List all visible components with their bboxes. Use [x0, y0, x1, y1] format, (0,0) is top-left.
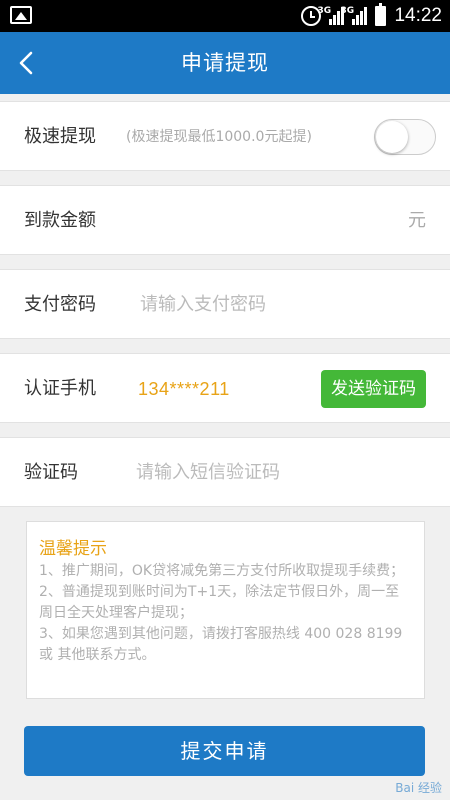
- phone-row: 认证手机 134****211 发送验证码: [0, 353, 450, 423]
- fast-withdraw-label: 极速提现: [24, 126, 96, 147]
- sms-code-label: 验证码: [24, 462, 78, 483]
- sms-code-placeholder: 请输入短信验证码: [136, 462, 280, 483]
- amount-label: 到款金额: [24, 210, 96, 231]
- phone-number: 134****211: [138, 379, 230, 399]
- fast-withdraw-toggle[interactable]: [374, 119, 436, 155]
- send-code-button[interactable]: 发送验证码: [321, 370, 426, 408]
- tip-item: 2、普通提现到账时间为T+1天，除法定节假日外，周一至周日全天处理客户提现；: [39, 584, 400, 621]
- picture-notification-icon: [10, 6, 32, 24]
- tips-title: 温馨提示: [39, 539, 107, 559]
- tips-box: 温馨提示 1、推广期间，OK贷将减免第三方支付所收取提现手续费； 2、普通提现到…: [26, 521, 425, 699]
- toggle-knob: [376, 121, 408, 153]
- amount-unit: 元: [408, 210, 426, 231]
- signal-icon-2: 3G: [340, 6, 368, 25]
- tip-item: 1、推广期间，OK贷将减免第三方支付所收取提现手续费；: [39, 563, 405, 579]
- amount-row[interactable]: 到款金额 元: [0, 185, 450, 255]
- status-time: 14:22: [394, 5, 442, 26]
- watermark: Bai 经验: [395, 781, 442, 795]
- pay-password-label: 支付密码: [24, 294, 96, 315]
- title-bar: 申请提现: [0, 32, 450, 94]
- pay-password-field[interactable]: 支付密码 请输入支付密码: [0, 269, 450, 339]
- network-type-label: 3G: [317, 6, 332, 16]
- submit-button[interactable]: 提交申请: [24, 726, 425, 776]
- phone-label: 认证手机: [24, 378, 96, 399]
- status-icons: 3G 3G 14:22: [301, 0, 442, 32]
- status-bar: 3G 3G 14:22: [0, 0, 450, 32]
- network-type-label-2: 3G: [340, 6, 355, 16]
- fast-withdraw-hint: (极速提现最低1000.0元起提): [126, 129, 312, 145]
- sms-code-field[interactable]: 验证码 请输入短信验证码: [0, 437, 450, 507]
- pay-password-placeholder: 请输入支付密码: [140, 294, 266, 315]
- page-title: 申请提现: [181, 51, 269, 75]
- tip-item: 3、如果您遇到其他问题，请拨打客服热线 400 028 8199 或 其他联系方…: [39, 626, 403, 663]
- battery-icon: [375, 3, 387, 26]
- fast-withdraw-row: 极速提现 (极速提现最低1000.0元起提): [0, 101, 450, 171]
